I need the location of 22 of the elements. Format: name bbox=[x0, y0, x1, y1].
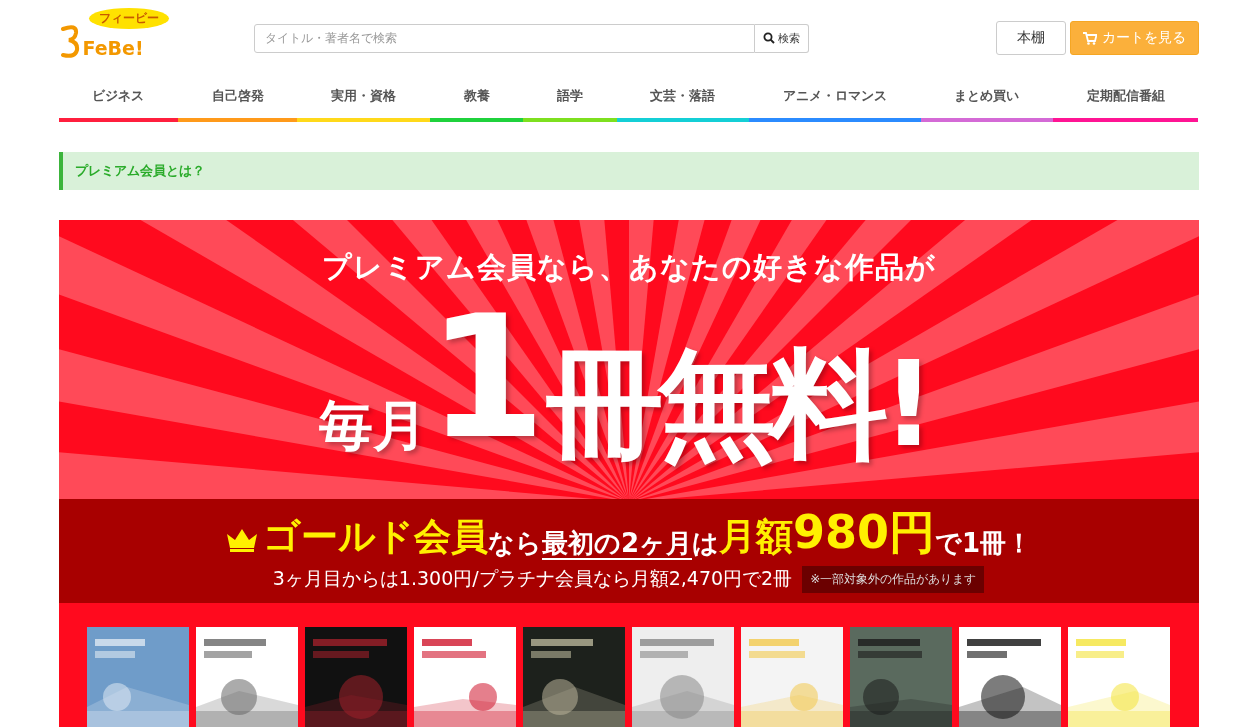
category-tab[interactable]: 実用・資格 bbox=[297, 76, 430, 122]
category-tab[interactable]: 定期配信番組 bbox=[1053, 76, 1199, 122]
logo-badge: フィービー bbox=[88, 8, 169, 29]
offer-note: ※一部対象外の作品があります bbox=[802, 565, 985, 593]
category-tab[interactable]: 教養 bbox=[429, 76, 524, 122]
banner-headline: 毎月 1冊無料! bbox=[319, 288, 930, 467]
search-icon bbox=[762, 32, 775, 44]
category-tab[interactable]: 自己啓発 bbox=[177, 76, 298, 122]
bookshelf-button[interactable]: 本棚 bbox=[995, 21, 1066, 55]
logo-icon bbox=[58, 24, 81, 58]
cart-icon bbox=[1082, 31, 1097, 45]
offer-subline: 3ヶ月目からは1.300円/プラチナ会員なら月額2,470円で2冊 bbox=[272, 566, 793, 592]
banner-lead: プレミアム会員なら、あなたの好きな作品が bbox=[321, 249, 936, 286]
offer-text: ゴールド会員なら最初の2ヶ月 は月額980円で1冊！ bbox=[224, 507, 1033, 560]
search-button[interactable]: 検索 bbox=[754, 23, 809, 53]
category-tab[interactable]: 語学 bbox=[523, 76, 617, 122]
category-tab[interactable]: アニメ・ロマンス bbox=[749, 76, 921, 122]
category-tab[interactable]: ビジネス bbox=[58, 76, 178, 122]
category-tab[interactable]: 文芸・落語 bbox=[616, 76, 750, 122]
search-field[interactable]: タイトル・著者名で検索 bbox=[253, 23, 755, 53]
category-tab[interactable]: まとめ買い bbox=[920, 76, 1053, 122]
logo-text: FeBe! bbox=[82, 39, 144, 58]
